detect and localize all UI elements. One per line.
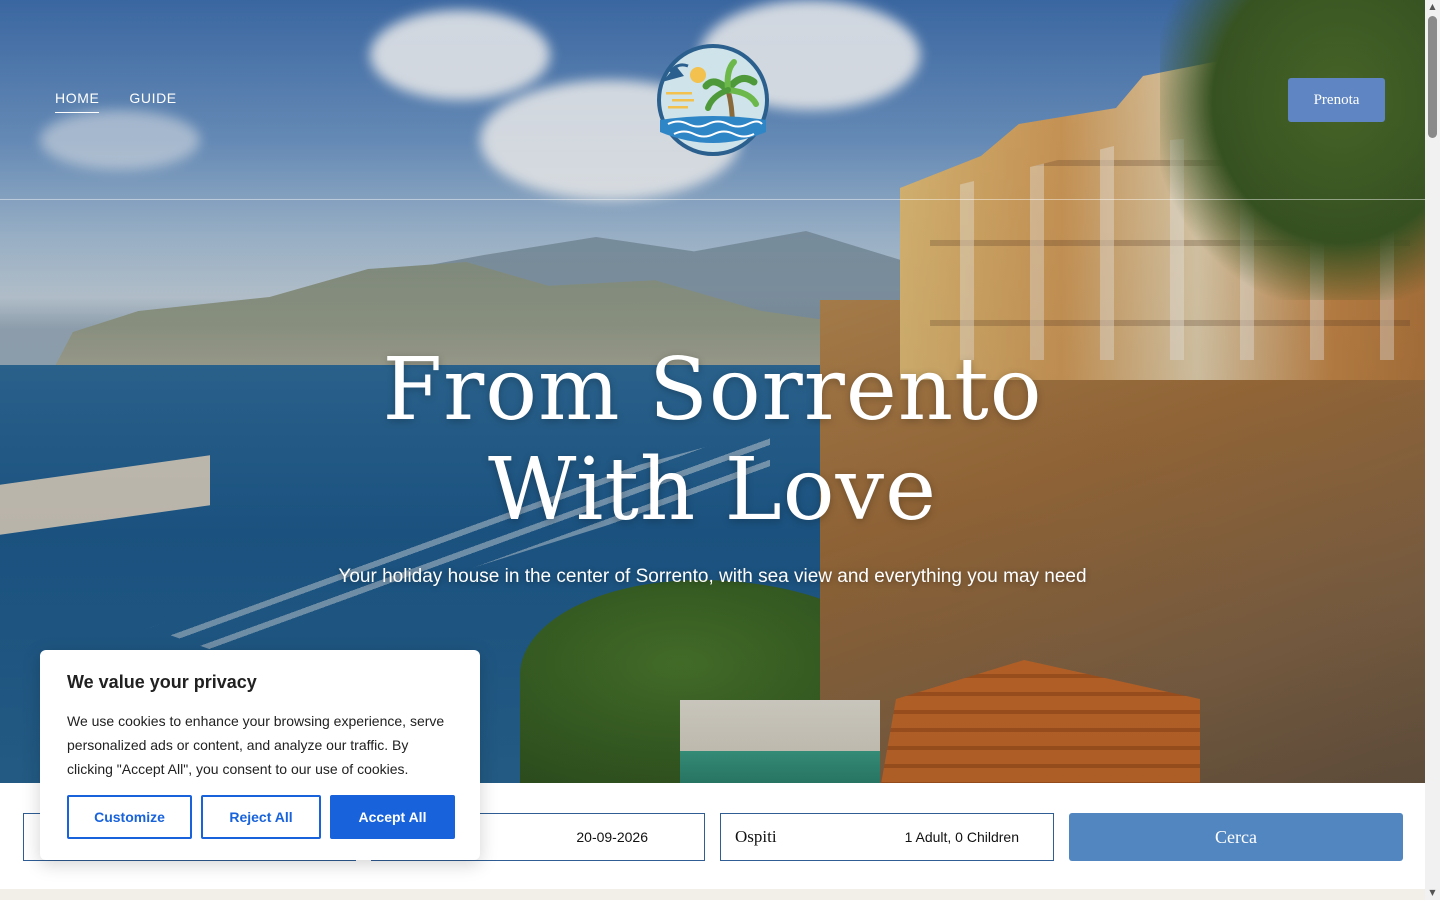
guests-label: Ospiti xyxy=(735,827,777,846)
hero-subtitle: Your holiday house in the center of Sorr… xyxy=(338,566,1087,587)
palm-sun-sea-logo-icon xyxy=(657,44,769,156)
cookie-title: We value your privacy xyxy=(67,672,257,692)
cookie-actions: Customize Reject All Accept All xyxy=(67,795,455,839)
hero-title-line: With Love xyxy=(487,440,938,540)
scrollbar-thumb[interactable] xyxy=(1428,16,1437,138)
next-section-edge xyxy=(0,889,1425,900)
main-nav: HOME GUIDE xyxy=(55,90,177,113)
reject-all-button[interactable]: Reject All xyxy=(201,795,321,839)
page-scrollbar[interactable]: ▲ ▼ xyxy=(1425,0,1440,900)
cookie-description: We use cookies to enhance your browsing … xyxy=(67,713,445,777)
nav-item-home[interactable]: HOME xyxy=(55,90,100,113)
book-button[interactable]: Prenota xyxy=(1288,78,1385,122)
guests-value: 1 Adult, 0 Children xyxy=(904,829,1019,845)
site-header: HOME GUIDE Prenota xyxy=(0,0,1425,200)
hero-title-line: From Sorrento xyxy=(382,340,1043,440)
nav-item-guide[interactable]: GUIDE xyxy=(129,90,176,113)
hero-title: From Sorrento With Love xyxy=(0,340,1425,540)
checkout-date-value: 20-09-2026 xyxy=(576,829,648,845)
site-logo[interactable] xyxy=(654,42,772,157)
scroll-up-arrow-icon[interactable]: ▲ xyxy=(1425,0,1440,14)
customize-button[interactable]: Customize xyxy=(67,795,192,839)
accept-all-button[interactable]: Accept All xyxy=(330,795,455,839)
cookie-consent-banner: We value your privacy We use cookies to … xyxy=(40,650,480,860)
guests-field[interactable]: Ospiti 1 Adult, 0 Children xyxy=(720,813,1054,861)
scroll-down-arrow-icon[interactable]: ▼ xyxy=(1425,886,1440,900)
search-button[interactable]: Cerca xyxy=(1069,813,1403,861)
